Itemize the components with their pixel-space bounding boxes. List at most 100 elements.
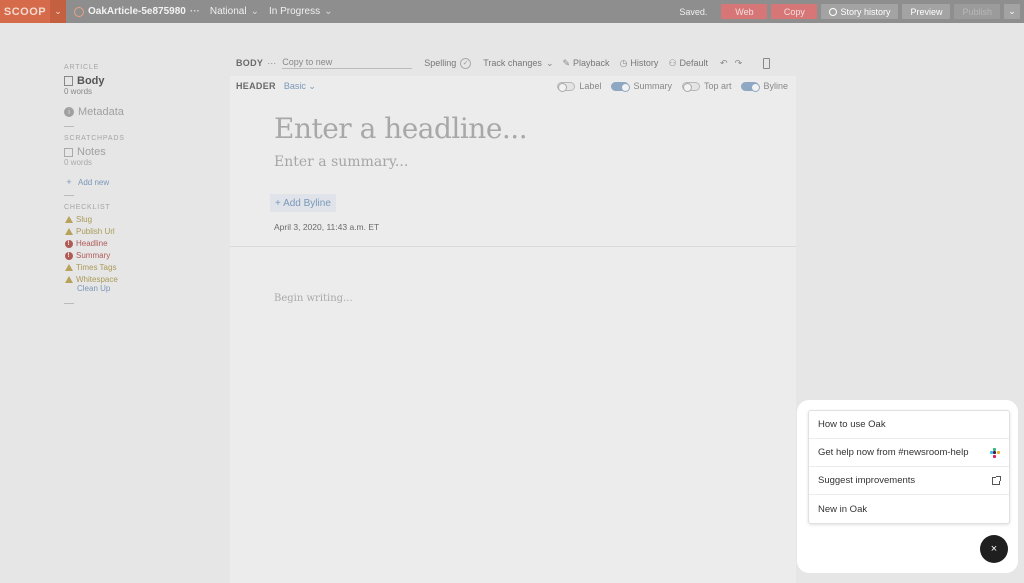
header-style-dropdown[interactable]: Basic ⌄ (284, 81, 316, 92)
article-section-heading: ARTICLE (64, 64, 100, 71)
scoop-logo[interactable]: SCOOP (0, 0, 50, 23)
checklist-item-headline[interactable]: ! Headline (64, 239, 184, 248)
byline-toggle[interactable]: Byline (741, 81, 788, 92)
desk-dropdown[interactable]: National ⌄ (210, 6, 259, 17)
error-icon: ! (64, 239, 73, 248)
header-toggles: Label Summary Top art Byline (547, 81, 788, 92)
notes-icon (64, 147, 73, 157)
history-button[interactable]: ◷ History (620, 58, 659, 69)
checklist-item-slug[interactable]: Slug (64, 215, 184, 224)
playback-button[interactable]: ✎ Playback (562, 58, 609, 69)
warning-icon (64, 275, 73, 284)
body-text-input[interactable]: Begin writing... (274, 293, 353, 304)
publish-options-button[interactable]: ⌄ (1004, 4, 1020, 19)
checklist-section-heading: CHECKLIST (64, 204, 111, 211)
body-word-count: 0 words (64, 87, 93, 96)
add-new-label: Add new (78, 177, 110, 187)
checklist-item-times-tags[interactable]: Times Tags (64, 263, 184, 272)
sidebar-item-metadata[interactable]: i Metadata (64, 106, 184, 118)
help-item-suggest-improvements[interactable]: Suggest improvements (809, 467, 1009, 495)
help-item-label: Get help now from #newsroom-help (818, 447, 969, 458)
warning-icon (64, 215, 73, 224)
story-history-label: Story history (840, 6, 891, 17)
spelling-label: Spelling (424, 58, 457, 68)
chevron-down-icon: ⌄ (308, 80, 316, 91)
checklist-item-publish-url[interactable]: Publish Url (64, 227, 184, 236)
help-panel: How to use Oak Get help now from #newsro… (797, 400, 1018, 573)
redo-button[interactable]: ↷ (735, 58, 746, 69)
checklist-label: Headline (76, 239, 108, 248)
spelling-toggle[interactable]: Spelling ✓ (424, 57, 472, 69)
web-button[interactable]: Web (721, 4, 768, 19)
chevron-down-icon: ⌄ (1008, 6, 1016, 16)
help-menu: How to use Oak Get help now from #newsro… (808, 410, 1010, 524)
header-bar: HEADER Basic ⌄ Label Summary Top art Byl… (230, 76, 796, 96)
undo-button[interactable]: ↶ (720, 58, 731, 69)
checklist-label: Whitespace (76, 275, 118, 284)
body-menu-dots[interactable]: ··· (267, 58, 276, 68)
toggle-label: Top art (703, 81, 732, 91)
help-item-label: Suggest improvements (818, 475, 916, 486)
body-mode-label: BODY (236, 58, 264, 68)
dateline: April 3, 2020, 11:43 a.m. ET (274, 222, 380, 232)
track-changes-label: Track changes (483, 58, 542, 68)
article-editor: HEADER Basic ⌄ Label Summary Top art Byl… (230, 76, 796, 583)
close-help-button[interactable]: × (980, 535, 1008, 563)
document-icon (64, 76, 73, 86)
checklist-item-whitespace[interactable]: Whitespace (64, 275, 184, 284)
help-item-label: How to use Oak (818, 419, 886, 430)
checklist-item-summary[interactable]: ! Summary (64, 251, 184, 260)
top-art-toggle[interactable]: Top art (681, 81, 732, 92)
summary-input[interactable]: Enter a summary... (274, 154, 408, 170)
add-new-scratchpad-button[interactable]: + Add new (64, 177, 184, 187)
help-item-get-help[interactable]: Get help now from #newsroom-help (809, 439, 1009, 467)
help-item-label: New in Oak (818, 503, 868, 515)
headline-input[interactable]: Enter a headline... (274, 112, 528, 145)
slug-menu-dots[interactable]: ··· (190, 6, 200, 17)
checkmark-icon: ✓ (460, 57, 472, 69)
slug-text: OakArticle-5e875980 (88, 6, 186, 17)
checklist-label: Slug (76, 215, 93, 224)
pencil-icon: ✎ (562, 57, 571, 68)
history-label: History (630, 58, 659, 68)
label-toggle[interactable]: Label (557, 81, 602, 92)
slack-icon (990, 447, 1000, 458)
help-item-new-in-oak[interactable]: New in Oak (809, 495, 1009, 523)
sidebar-item-notes[interactable]: Notes (64, 146, 184, 158)
body-title: Body (77, 75, 105, 87)
clock-icon (829, 7, 838, 16)
chevron-down-icon: ⌄ (545, 57, 554, 68)
desk-label: National (209, 6, 247, 17)
add-byline-button[interactable]: + Add Byline (270, 194, 336, 212)
metadata-label: Metadata (78, 106, 124, 118)
chevron-down-icon[interactable]: ⌄ (50, 0, 66, 23)
publish-button[interactable]: Publish (954, 4, 1000, 19)
chevron-down-icon: ⌄ (324, 6, 333, 17)
default-view-button[interactable]: ⚇ Default (668, 58, 708, 69)
toggle-label: Label (579, 81, 602, 91)
undo-icon: ↶ (720, 57, 728, 68)
summary-toggle[interactable]: Summary (611, 81, 672, 92)
clean-up-link[interactable]: Clean Up (77, 284, 184, 293)
mobile-preview-button[interactable] (763, 57, 771, 69)
track-changes-dropdown[interactable]: Track changes ⌄ (483, 58, 556, 69)
sidebar-item-body[interactable]: Body (64, 75, 184, 87)
left-sidebar: ARTICLE Body 0 words i Metadata SCRATCHP… (64, 64, 184, 312)
story-history-button[interactable]: Story history (821, 4, 899, 19)
redo-icon: ↷ (734, 57, 743, 68)
header-divider (230, 246, 796, 247)
copy-to-new-input[interactable]: Copy to new (282, 57, 413, 69)
copy-button[interactable]: Copy (771, 4, 818, 19)
status-label: In Progress (268, 6, 321, 17)
error-icon: ! (64, 251, 73, 260)
article-slug[interactable]: OakArticle-5e875980 ··· (74, 6, 200, 17)
external-link-icon (992, 475, 1001, 485)
default-label: Default (679, 58, 709, 68)
help-item-how-to-use[interactable]: How to use Oak (809, 411, 1009, 439)
preview-button[interactable]: Preview (902, 4, 951, 19)
status-dropdown[interactable]: In Progress ⌄ (269, 6, 333, 17)
warning-icon (64, 263, 73, 272)
divider (64, 303, 74, 304)
top-bar: SCOOP ⌄ OakArticle-5e875980 ··· National… (0, 0, 1024, 23)
checklist-label: Summary (76, 251, 111, 260)
